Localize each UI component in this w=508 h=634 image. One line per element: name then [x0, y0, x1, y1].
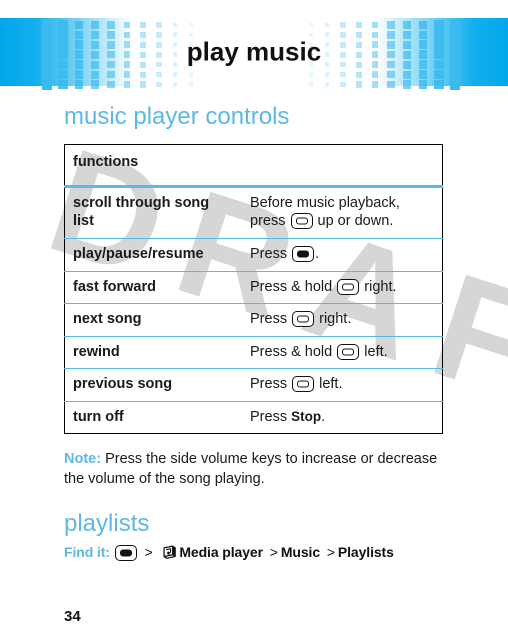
row-function-label: rewind	[64, 335, 242, 369]
path-separator: >	[269, 543, 278, 560]
desc-text-pre: Press	[250, 376, 292, 393]
navigation-key-icon	[337, 278, 360, 295]
table-header-functions: functions	[64, 144, 242, 188]
find-it-item-playlists[interactable]: Playlists	[338, 544, 394, 560]
page-number: 34	[64, 608, 81, 625]
desc-text-post: right.	[360, 278, 397, 295]
desc-text-pre: Press	[250, 408, 292, 425]
find-it-item-music[interactable]: Music	[281, 544, 320, 560]
desc-text-pre: Press	[250, 311, 292, 328]
row-description: Press Stop.	[242, 400, 443, 434]
desc-text-pre: Press & hold	[250, 343, 337, 360]
table-row: previous song Press left.	[64, 368, 443, 402]
table-row: turn off Press Stop.	[64, 400, 443, 434]
row-description: Press left.	[242, 368, 443, 402]
music-player-controls-table: functions scroll through song list Befor…	[64, 144, 443, 435]
center-select-key-icon	[292, 246, 315, 263]
page-footer: 34	[64, 608, 81, 626]
center-select-key-icon	[114, 544, 137, 561]
desc-text-post: up or down.	[313, 213, 394, 230]
table-header-blank	[242, 144, 443, 188]
row-description: Press right.	[242, 303, 443, 337]
path-separator: >	[144, 543, 153, 560]
row-function-label: next song	[64, 303, 242, 337]
row-function-label: turn off	[64, 400, 242, 434]
row-description: Press & hold right.	[242, 270, 443, 304]
page-content: music player controls functions scroll t…	[0, 103, 508, 561]
table-row: rewind Press & hold left.	[64, 335, 443, 369]
desc-text-bold: Stop	[291, 408, 322, 424]
media-player-icon	[162, 545, 177, 560]
desc-text-post: .	[321, 408, 326, 425]
row-function-label: play/pause/resume	[64, 238, 242, 272]
navigation-key-icon	[292, 311, 315, 328]
table-row: fast forward Press & hold right.	[64, 270, 443, 304]
navigation-key-icon	[290, 213, 313, 230]
desc-text-post: .	[315, 246, 320, 263]
find-it-path: Find it: > Media player > Music > Playlist…	[64, 544, 444, 561]
note-label: Note:	[64, 451, 102, 468]
row-description: Press & hold left.	[242, 335, 443, 369]
table-header-row: functions	[64, 144, 443, 188]
desc-text-post: right.	[315, 311, 352, 328]
navigation-key-icon	[292, 376, 315, 393]
row-description: Press .	[242, 238, 443, 272]
table-row: play/pause/resume Press .	[64, 238, 443, 272]
desc-text-pre: Press & hold	[250, 278, 337, 295]
table-row: next song Press right.	[64, 303, 443, 337]
section-heading-playlists: playlists	[64, 510, 150, 538]
row-function-label: fast forward	[64, 270, 242, 304]
table-row: scroll through song list Before music pl…	[64, 185, 443, 239]
section-heading-music-player-controls: music player controls	[64, 103, 290, 130]
row-function-label: previous song	[64, 368, 242, 402]
find-it-label: Find it:	[64, 543, 110, 560]
desc-text-post: left.	[315, 376, 343, 393]
row-function-label: scroll through song list	[64, 185, 242, 239]
note-paragraph: Note: Press the side volume keys to incr…	[64, 450, 444, 489]
path-separator: >	[326, 543, 335, 560]
find-it-item-media-player[interactable]: Media player	[179, 544, 263, 560]
row-description: Before music playback, press up or down.	[242, 185, 443, 239]
note-text: Press the side volume keys to increase o…	[64, 451, 438, 487]
navigation-key-icon	[337, 343, 360, 360]
page-title: play music	[186, 36, 322, 67]
page-banner: play music	[0, 18, 508, 90]
desc-text-post: left.	[360, 343, 388, 360]
desc-text-pre: Press	[250, 246, 292, 263]
